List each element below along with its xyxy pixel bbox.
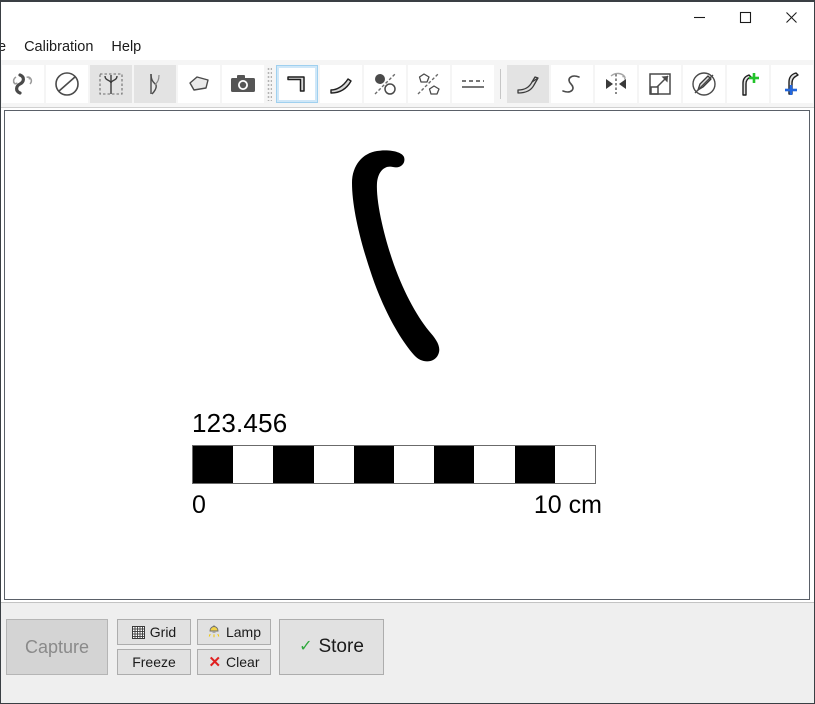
lamp-button-label: Lamp — [225, 624, 262, 640]
toolbar-button-line-style[interactable] — [452, 64, 494, 103]
grid-icon — [131, 625, 145, 639]
pencil-slash-icon — [692, 71, 716, 96]
toolbar: » — [1, 60, 814, 108]
scale-segment — [554, 446, 596, 483]
grid-button-label: Grid — [149, 624, 177, 640]
dashed-solid-lines-icon — [462, 79, 484, 88]
scale-segment — [353, 446, 395, 483]
toolbar-button-flip-horizontal[interactable] — [595, 64, 637, 103]
base-curve-icon — [330, 77, 352, 94]
menu-item-file[interactable]: e — [1, 36, 15, 58]
scale-value-label: 123.456 — [192, 408, 288, 438]
scale-segment — [514, 446, 555, 483]
freeze-button-label: Freeze — [132, 654, 176, 670]
toolbar-button-shaded-curve[interactable] — [507, 64, 549, 103]
rim-profile-icon — [287, 75, 305, 92]
curve-shaded-icon — [517, 75, 539, 94]
toolbar-button-add-point[interactable] — [727, 64, 769, 103]
bottom-control-panel: Capture Grid Lamp Freeze ✕ Clear ✓ Store — [1, 602, 814, 703]
toolbar-button-remove-dots[interactable] — [364, 64, 406, 103]
toolbar-grip-handle[interactable] — [267, 66, 272, 101]
lamp-button[interactable]: Lamp — [197, 619, 271, 645]
toolbar-button-camera[interactable] — [222, 64, 264, 103]
half-profile-icon — [150, 73, 160, 94]
minimize-icon — [693, 16, 705, 18]
camera-icon — [231, 74, 255, 92]
pentagon-slash-icon — [417, 72, 440, 95]
checkmark-icon: ✓ — [299, 638, 313, 655]
s-curve-icon — [562, 74, 580, 93]
toolbar-button-remove-fragments[interactable] — [408, 64, 450, 103]
menu-bar: e Calibration Help — [1, 33, 814, 61]
toolbar-button-s-curve[interactable] — [551, 64, 593, 103]
scale-segment — [193, 446, 234, 483]
mirror-profile-dashed-icon — [99, 72, 123, 95]
maximize-icon — [739, 11, 751, 23]
scale-segment — [233, 446, 274, 483]
pottery-profile-silhouette — [330, 141, 460, 381]
scale-segment — [434, 446, 475, 483]
toolbar-button-erase-drawing[interactable] — [683, 64, 725, 103]
close-button[interactable] — [768, 3, 814, 32]
maximize-button[interactable] — [722, 3, 768, 32]
toolbar-button-base-curve[interactable] — [320, 64, 362, 103]
minimize-button[interactable] — [676, 3, 722, 32]
resize-arrow-icon — [649, 72, 671, 95]
x-mark-icon: ✕ — [208, 653, 222, 671]
scale-segment — [394, 446, 435, 483]
spiral-rotate-icon — [12, 72, 33, 95]
scale-bar-group: 123.456 0 10 cm — [188, 408, 643, 520]
toolbar-button-mirror-profile[interactable] — [90, 64, 132, 103]
toolbar-button-half-profile[interactable] — [134, 64, 176, 103]
scale-bar-labels: 0 10 cm — [192, 491, 602, 520]
menu-item-calibration[interactable]: Calibration — [15, 36, 102, 58]
lamp-icon — [207, 625, 221, 639]
menu-item-help[interactable]: Help — [102, 36, 150, 58]
close-icon — [785, 11, 797, 23]
scale-label-end: 10 cm — [533, 491, 602, 519]
freeze-button[interactable]: Freeze — [117, 649, 191, 675]
application-window: e Calibration Help — [0, 0, 815, 704]
store-button-label: Store — [318, 636, 364, 657]
title-bar — [1, 2, 814, 32]
dot-circle-slash-icon — [374, 73, 396, 95]
toolbar-button-spiral-rotate[interactable] — [2, 64, 44, 103]
pentagon-sherd-icon — [189, 75, 209, 91]
toolbar-button-add-axis-point[interactable] — [771, 64, 813, 103]
artifact-outline-icon — [352, 150, 440, 362]
toolbar-button-diameter[interactable] — [46, 64, 88, 103]
toolbar-button-sherd-outline[interactable] — [178, 64, 220, 103]
grid-button[interactable]: Grid — [117, 619, 191, 645]
scale-segment — [273, 446, 314, 483]
mirror-flip-icon — [606, 72, 626, 94]
scale-label-start: 0 — [192, 491, 206, 519]
capture-button-label: Capture — [24, 636, 90, 657]
store-button[interactable]: ✓ Store — [279, 619, 384, 675]
profile-plus-blue-icon — [785, 71, 799, 95]
clear-button[interactable]: ✕ Clear — [197, 649, 271, 675]
toolbar-button-resize[interactable] — [639, 64, 681, 103]
circle-slash-icon — [55, 71, 79, 96]
scale-segment — [313, 446, 354, 483]
toolbar-button-rim-profile[interactable] — [276, 64, 318, 103]
scale-segment — [474, 446, 515, 483]
drawing-canvas[interactable]: 123.456 0 10 cm — [4, 110, 810, 600]
clear-button-label: Clear — [226, 654, 260, 670]
toolbar-separator — [500, 68, 501, 99]
profile-plus-green-icon — [742, 72, 759, 96]
capture-button[interactable]: Capture — [6, 619, 108, 675]
scale-bar — [192, 445, 596, 484]
